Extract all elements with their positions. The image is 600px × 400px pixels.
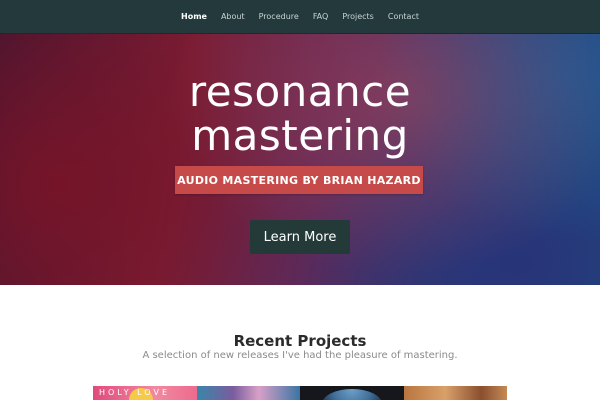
nav-link-faq[interactable]: FAQ: [306, 12, 336, 21]
hero-subtitle-badge: AUDIO MASTERING BY BRIAN HAZARD: [175, 166, 423, 194]
nav-link-procedure[interactable]: Procedure: [252, 12, 306, 21]
project-thumb-2[interactable]: [196, 386, 300, 400]
recent-projects-subtitle: A selection of new releases I've had the…: [142, 350, 458, 361]
projects-gallery: HOLY LOVE: [93, 386, 507, 400]
album-art-disc: [322, 389, 382, 400]
main-nav: Home About Procedure FAQ Projects Contac…: [174, 12, 426, 21]
hero-title-line-1: resonance: [188, 67, 412, 116]
project-thumb-1[interactable]: HOLY LOVE: [93, 386, 197, 400]
hero-title-line-2: mastering: [191, 111, 409, 160]
recent-projects-title: Recent Projects: [233, 332, 367, 350]
project-thumb-4[interactable]: [403, 386, 507, 400]
hero-banner: resonance mastering AUDIO MASTERING BY B…: [0, 34, 600, 285]
nav-link-projects[interactable]: Projects: [335, 12, 381, 21]
nav-link-contact[interactable]: Contact: [381, 12, 426, 21]
learn-more-button[interactable]: Learn More: [250, 220, 350, 254]
album-art-text: HOLY LOVE: [99, 388, 170, 397]
nav-link-home[interactable]: Home: [174, 12, 214, 21]
top-navbar: Home About Procedure FAQ Projects Contac…: [0, 0, 600, 34]
nav-link-about[interactable]: About: [214, 12, 252, 21]
project-thumb-3[interactable]: [300, 386, 404, 400]
